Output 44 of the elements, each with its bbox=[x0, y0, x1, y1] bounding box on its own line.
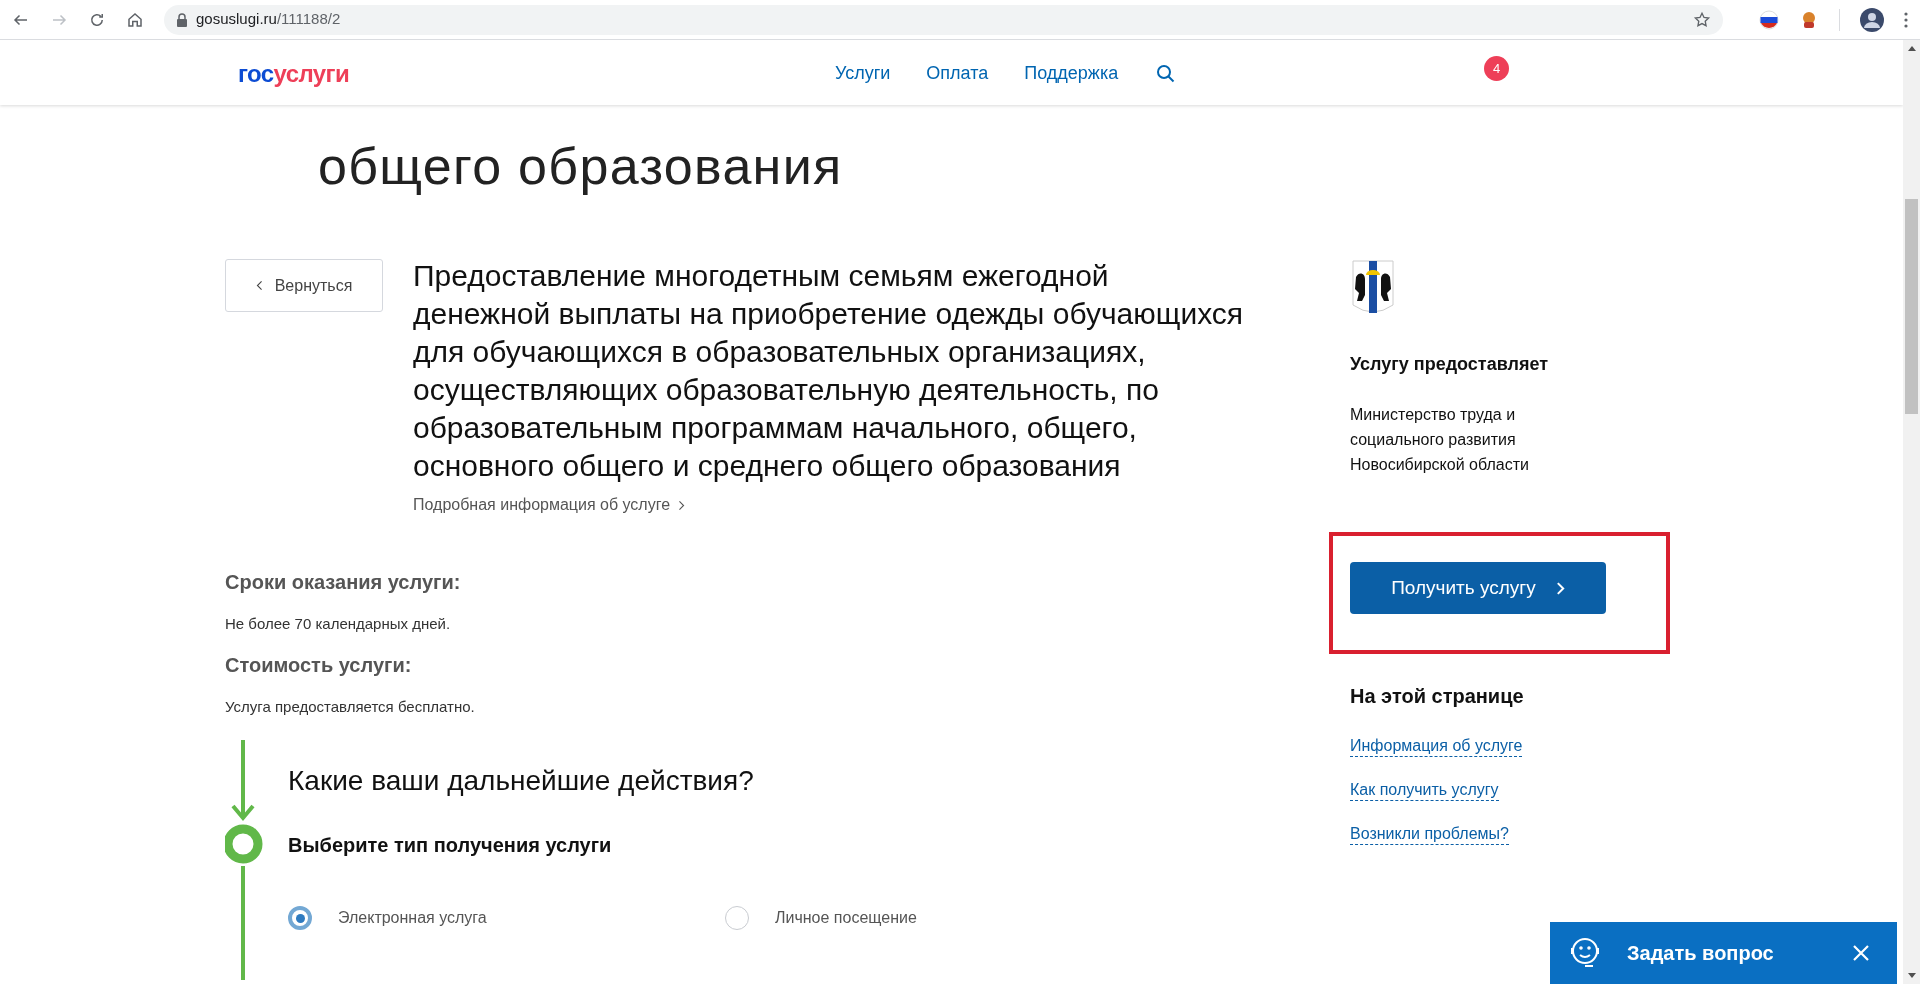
menu-icon[interactable] bbox=[1904, 11, 1908, 28]
chat-label: Задать вопрос bbox=[1627, 941, 1774, 966]
section-text: Не более 70 календарных дней. bbox=[225, 614, 452, 634]
chevron-right-icon bbox=[678, 499, 686, 511]
nav-link[interactable]: Оплата bbox=[926, 60, 989, 87]
scroll-up-icon[interactable] bbox=[1907, 46, 1916, 51]
page-title: общего образования bbox=[318, 136, 844, 197]
anchor-link[interactable]: Возникли проблемы? bbox=[1350, 824, 1509, 845]
logo[interactable]: госуслуги bbox=[238, 56, 350, 92]
close-icon[interactable] bbox=[1852, 944, 1870, 962]
scrollbar[interactable] bbox=[1903, 40, 1920, 984]
details-link[interactable]: Подробная информация об услуге bbox=[413, 493, 1244, 517]
radio-label[interactable]: Личное посещение bbox=[775, 906, 917, 930]
on-page-heading: На этой странице bbox=[1350, 684, 1525, 709]
get-service-button[interactable]: Получить услугу bbox=[1350, 562, 1606, 614]
section-heading: Сроки оказания услуги: bbox=[225, 570, 462, 595]
chat-widget[interactable]: Задать вопрос bbox=[1550, 922, 1897, 984]
chevron-right-icon bbox=[1555, 580, 1565, 596]
service-title: Предоставление многодетным семьям ежегодной денежной выплаты на приобретение одежды обучающихся для обучающихся в образовательных организациях, осуществляющих образовательную деятельность, по образовательным программам начального, общего, основного общего и среднего общего образования bbox=[413, 258, 1244, 484]
steps-heading: Какие ваши дальнейшие действия? bbox=[288, 764, 755, 798]
scroll-down-icon[interactable] bbox=[1907, 973, 1916, 978]
star-icon[interactable] bbox=[1693, 10, 1711, 29]
notification-badge[interactable]: 4 bbox=[1484, 56, 1509, 81]
home-icon[interactable] bbox=[126, 10, 144, 29]
avatar-icon[interactable] bbox=[1860, 7, 1884, 32]
section-heading: Стоимость услуги: bbox=[225, 652, 413, 678]
provider-heading: Услугу предоставляет bbox=[1350, 353, 1550, 376]
radio-button[interactable] bbox=[288, 906, 312, 930]
lock-icon bbox=[176, 12, 188, 27]
radio-label[interactable]: Электронная услуга bbox=[338, 906, 487, 930]
search-icon[interactable] bbox=[1156, 63, 1177, 84]
step-title: Выберите тип получения услуги bbox=[288, 833, 613, 858]
url-text: gosuslugi.ru/111188/2 bbox=[196, 9, 341, 30]
anchor-link[interactable]: Как получить услугу bbox=[1350, 780, 1499, 801]
anchor-link[interactable]: Информация об услуге bbox=[1350, 736, 1523, 757]
flag-icon[interactable] bbox=[1759, 9, 1779, 30]
address-bar[interactable]: gosuslugi.ru/111188/2 bbox=[164, 4, 1723, 35]
section-text: Услуга предоставляется бесплатно. bbox=[225, 696, 476, 717]
provider-name: Министерство труда и социального развития Новосибирской области bbox=[1350, 405, 1530, 475]
scrollbar-thumb[interactable] bbox=[1905, 199, 1918, 414]
chevron-left-icon bbox=[255, 280, 263, 291]
nav-link[interactable]: Услуги bbox=[835, 60, 891, 87]
back-button[interactable]: Вернуться bbox=[225, 259, 383, 312]
nav-link[interactable]: Поддержка bbox=[1024, 60, 1119, 87]
